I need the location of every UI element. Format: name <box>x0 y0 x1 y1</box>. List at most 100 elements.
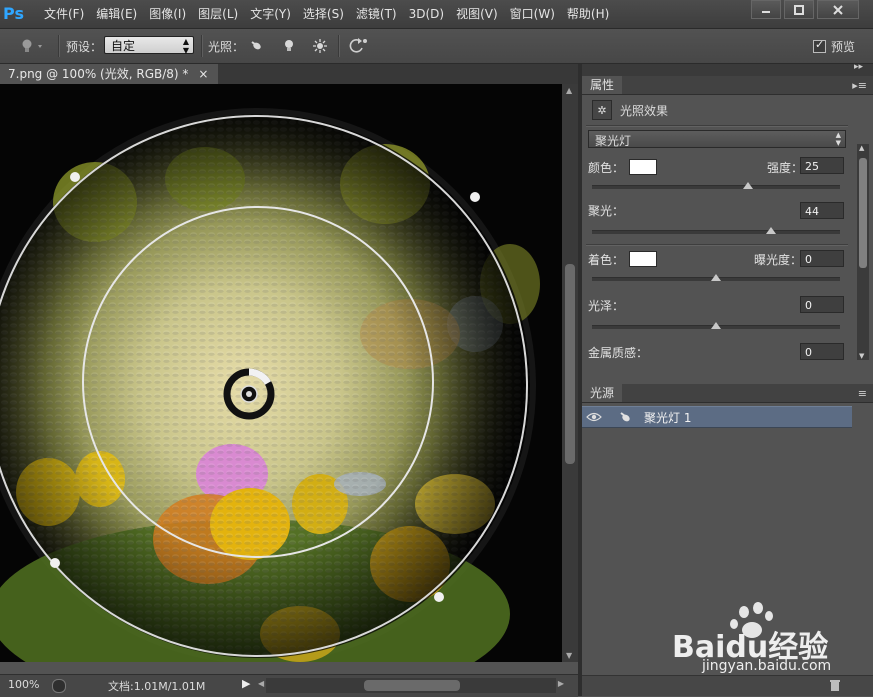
document-tab[interactable]: 7.png @ 100% (光效, RGB/8) * × <box>0 64 219 84</box>
tab-lights[interactable]: 光源 <box>582 384 623 402</box>
exposure-label: 曝光度： <box>754 253 803 267</box>
hotspot-slider-thumb[interactable] <box>765 227 776 234</box>
add-spot-light-button[interactable] <box>248 29 266 63</box>
gloss-label: 光泽： <box>588 299 625 313</box>
menu-item[interactable]: 图像(I) <box>143 0 192 28</box>
intensity-slider[interactable] <box>592 182 840 189</box>
menu-item[interactable]: 窗口(W) <box>504 0 561 28</box>
menu-item[interactable]: 视图(V) <box>450 0 504 28</box>
menu-item[interactable]: 编辑(E) <box>90 0 143 28</box>
window-controls <box>751 0 859 19</box>
menu-item[interactable]: 文字(Y) <box>244 0 297 28</box>
preview-checkbox[interactable]: ✓ 预览 <box>813 29 855 63</box>
metallic-field[interactable]: 0 <box>800 343 844 360</box>
vertical-scroll-thumb[interactable] <box>565 264 575 464</box>
infinite-light-icon <box>313 39 327 53</box>
close-button[interactable] <box>817 0 859 19</box>
menu-item[interactable]: 3D(D) <box>403 0 450 28</box>
menu-item[interactable]: 滤镜(T) <box>350 0 403 28</box>
add-point-light-button[interactable] <box>280 29 298 63</box>
canvas-vertical-scrollbar[interactable]: ▲ ▼ <box>562 84 578 662</box>
spotlight-handle[interactable] <box>50 558 60 568</box>
light-bulb-icon <box>22 39 42 52</box>
preview-label: 预览 <box>831 39 856 54</box>
document-title: 7.png @ 100% (光效, RGB/8) * <box>8 67 189 81</box>
colorize-swatch[interactable] <box>629 251 657 267</box>
panel-menu-icon[interactable]: ≡ <box>858 387 867 400</box>
menu-item[interactable]: 图层(L) <box>192 0 244 28</box>
exposure-field[interactable]: 0 <box>800 250 844 267</box>
intensity-slider-thumb[interactable] <box>743 182 754 189</box>
spotlight-handle[interactable] <box>434 592 444 602</box>
panel-menu-icon[interactable]: ▸≡ <box>852 79 867 92</box>
lights-panel: 光源 ≡ 聚光灯 1 <box>582 384 873 696</box>
photoshop-logo: Ps <box>3 4 24 23</box>
collapse-panels-icon[interactable]: ▸▸ <box>854 62 863 72</box>
trash-icon[interactable] <box>829 679 841 692</box>
scroll-up-icon[interactable]: ▲ <box>859 144 864 152</box>
menu-items: 文件(F) 编辑(E) 图像(I) 图层(L) 文字(Y) 选择(S) 滤镜(T) 3D(D)… <box>38 0 615 28</box>
select-arrows-icon: ▲ ▼ <box>182 37 189 55</box>
horizontal-scroll-thumb[interactable] <box>364 680 460 691</box>
color-swatch[interactable] <box>629 159 657 175</box>
checkbox-checked-icon: ✓ <box>813 37 826 53</box>
spotlight-handle[interactable] <box>70 172 80 182</box>
intensity-field[interactable]: 25 <box>800 157 844 174</box>
lit-image[interactable] <box>0 84 562 662</box>
lights-footer <box>582 675 873 696</box>
light-name: 聚光灯 1 <box>644 411 692 425</box>
light-list-item[interactable]: 聚光灯 1 <box>582 406 852 428</box>
scroll-down-icon[interactable]: ▼ <box>859 352 864 360</box>
zoom-level[interactable]: 100% <box>8 678 39 691</box>
properties-title: 光照效果 <box>620 103 669 118</box>
scroll-left-icon[interactable]: ◀ <box>258 679 264 688</box>
lights-label: 光照： <box>208 39 245 54</box>
menu-item[interactable]: 文件(F) <box>38 0 90 28</box>
options-bar: 预设： 自定 ▲ ▼ 光照： ✓ 预览 <box>0 29 873 64</box>
canvas-horizontal-scrollbar[interactable]: ◀ ▶ <box>258 678 564 693</box>
lights-tab-bar: 光源 ≡ <box>582 384 873 403</box>
menu-item[interactable]: 帮助(H) <box>561 0 615 28</box>
document-size: 文档:1.01M/1.01M <box>108 680 206 693</box>
preset-value: 自定 <box>111 39 136 53</box>
panel-collapse-bar[interactable]: ▸▸ <box>582 62 873 76</box>
eye-icon[interactable] <box>586 411 602 423</box>
status-info-icon[interactable] <box>52 679 66 693</box>
hotspot-slider[interactable] <box>592 227 840 234</box>
reset-lights-button[interactable] <box>346 29 370 63</box>
document-tab-bar: 7.png @ 100% (光效, RGB/8) * × <box>0 64 578 84</box>
close-tab-icon[interactable]: × <box>198 64 208 84</box>
lighting-effects-icon: ✲ <box>592 100 612 120</box>
preset-select[interactable]: 自定 ▲ ▼ <box>104 36 194 55</box>
gloss-field[interactable]: 0 <box>800 296 844 313</box>
maximize-button[interactable] <box>784 0 814 19</box>
gloss-slider[interactable] <box>592 322 840 329</box>
spotlight-handle[interactable] <box>470 192 480 202</box>
properties-scroll-thumb[interactable] <box>859 158 867 268</box>
gloss-slider-thumb[interactable] <box>711 322 721 329</box>
properties-scrollbar[interactable]: ▲ ▼ <box>857 144 869 360</box>
colorize-slider-thumb[interactable] <box>711 274 721 281</box>
tab-properties[interactable]: 属性 <box>582 76 623 94</box>
spot-light-icon <box>620 412 630 422</box>
hotspot-field[interactable]: 44 <box>800 202 844 219</box>
menu-item[interactable]: 选择(S) <box>297 0 350 28</box>
status-menu-arrow-icon[interactable]: ▶ <box>242 677 250 690</box>
scroll-down-icon[interactable]: ▼ <box>566 651 572 660</box>
light-type-value: 聚光灯 <box>595 134 632 148</box>
preset-label: 预设： <box>66 39 103 54</box>
scroll-up-icon[interactable]: ▲ <box>566 86 572 95</box>
image-canvas[interactable] <box>0 84 562 662</box>
minimize-button[interactable] <box>751 0 781 19</box>
scroll-right-icon[interactable]: ▶ <box>558 679 564 688</box>
properties-header: ✲ 光照效果 <box>592 100 668 120</box>
maximize-icon <box>794 4 804 15</box>
properties-tab-bar: 属性 ▸≡ <box>582 76 873 95</box>
close-icon <box>833 4 843 15</box>
status-bar: 100% 文档:1.01M/1.01M ▶ ◀ ▶ <box>0 674 578 697</box>
color-label: 颜色： <box>588 161 625 175</box>
add-infinite-light-button[interactable] <box>311 29 329 63</box>
tool-preset-picker[interactable] <box>18 29 44 63</box>
light-type-select[interactable]: 聚光灯 ▲ ▼ <box>588 130 846 148</box>
colorize-slider[interactable] <box>592 274 840 281</box>
